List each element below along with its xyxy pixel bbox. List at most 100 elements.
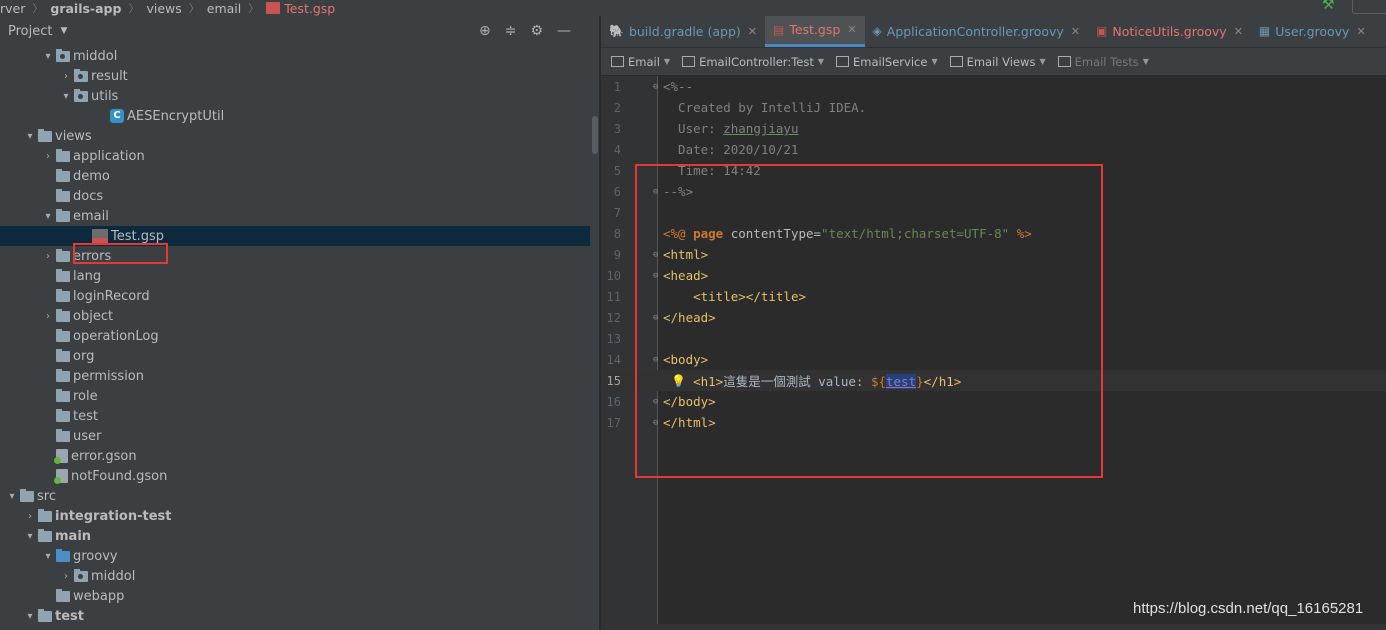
tree-item-label: groovy xyxy=(73,548,118,564)
tree-item[interactable]: › application xyxy=(0,146,590,166)
editor-tab[interactable]: ▤ Test.gsp ✕ xyxy=(764,16,865,47)
code-line[interactable]: 4 Date: 2020/10/21 xyxy=(601,139,1386,160)
chevron-right-icon[interactable]: › xyxy=(40,251,56,262)
tab-label: User.groovy xyxy=(1275,23,1350,39)
chevron-down-icon[interactable]: ▾ xyxy=(22,611,38,622)
breadcrumb-item[interactable]: email xyxy=(207,1,241,16)
gsp-icon: ▤ xyxy=(772,22,785,37)
line-number: 1 xyxy=(613,79,621,94)
chevron-down-icon[interactable]: ▾ xyxy=(4,491,20,502)
breadcrumb-item-current[interactable]: Test.gsp xyxy=(284,1,335,16)
collapse-icon[interactable]: ≑ xyxy=(505,23,517,39)
close-icon[interactable]: ✕ xyxy=(748,25,757,38)
chevron-right-icon[interactable]: › xyxy=(58,71,74,82)
nav-dropdown[interactable]: EmailController:Test ▼ xyxy=(682,55,824,69)
chevron-down-icon[interactable]: ▾ xyxy=(40,51,56,62)
nav-dropdown[interactable]: Email ▼ xyxy=(611,55,670,69)
tree-item-label: org xyxy=(73,348,95,364)
tree-item[interactable]: ▾ main xyxy=(0,526,590,546)
tree-item[interactable]: ▾ views xyxy=(0,126,590,146)
tree-item[interactable]: › integration-test xyxy=(0,506,590,526)
tree-item[interactable]: ▾ utils xyxy=(0,86,590,106)
folder-icon xyxy=(56,348,70,362)
editor-tab[interactable]: ▣ NoticeUtils.groovy ✕ xyxy=(1088,16,1251,47)
tree-item[interactable]: › object xyxy=(0,306,590,326)
tree-item-label: operationLog xyxy=(73,328,159,344)
nav-dropdown[interactable]: Email Views ▼ xyxy=(949,55,1046,69)
tab-label: build.gradle (app) xyxy=(628,23,741,39)
folder-icon xyxy=(56,368,70,382)
chevron-right-icon[interactable]: › xyxy=(40,151,56,162)
tree-item[interactable]: ›notFound.gson xyxy=(0,466,590,486)
run-config-button[interactable] xyxy=(1352,0,1386,14)
tree-item[interactable]: ▾ middol xyxy=(0,46,590,66)
tree-item-label: integration-test xyxy=(55,508,172,524)
tree-item[interactable]: ›lang xyxy=(0,266,590,286)
chevron-down-icon[interactable]: ▾ xyxy=(22,131,38,142)
scrollbar[interactable] xyxy=(592,116,598,154)
tab-label: NoticeUtils.groovy xyxy=(1112,23,1227,39)
tree-item[interactable]: ▾ groovy xyxy=(0,546,590,566)
code-line[interactable]: 1 ⊖ <%-- xyxy=(601,76,1386,97)
tree-item[interactable]: ›docs xyxy=(0,186,590,206)
code-line[interactable]: 2 Created by IntelliJ IDEA. xyxy=(601,97,1386,118)
watermark: https://blog.csdn.net/qq_16165281 xyxy=(1133,600,1364,617)
breadcrumb-item[interactable]: grails-app xyxy=(50,1,121,16)
close-icon[interactable]: ✕ xyxy=(1356,25,1365,38)
chevron-down-icon: ▼ xyxy=(817,57,825,66)
tree-item[interactable]: ›role xyxy=(0,386,590,406)
line-number: 11 xyxy=(606,289,621,304)
editor-tab[interactable]: 🐘 build.gradle (app) ✕ xyxy=(601,16,765,47)
editor-tab[interactable]: ▦ User.groovy ✕ xyxy=(1251,16,1374,47)
nav-dropdown[interactable]: Email Tests ▼ xyxy=(1057,54,1149,69)
close-icon[interactable]: ✕ xyxy=(1234,25,1243,38)
tree-item[interactable]: ›permission xyxy=(0,366,590,386)
tree-item-label: middol xyxy=(91,568,136,584)
tree-item[interactable]: ›webapp xyxy=(0,586,590,606)
tree-item[interactable]: ›test xyxy=(0,406,590,426)
chevron-down-icon[interactable]: ▾ xyxy=(58,91,74,102)
tree-item[interactable]: › result xyxy=(0,66,590,86)
package-icon xyxy=(74,68,88,82)
tree-item-label: Test.gsp xyxy=(111,228,165,244)
editor-tab[interactable]: ◈ ApplicationController.groovy ✕ xyxy=(865,16,1089,47)
chevron-right-icon[interactable]: › xyxy=(58,571,74,582)
chevron-down-icon[interactable]: ▾ xyxy=(40,551,56,562)
fold-marker-icon[interactable]: ⊖ xyxy=(653,82,658,92)
gradle-icon: 🐘 xyxy=(609,24,624,38)
project-panel: Project ▼ ⊕ ≑ ⚙ — ▾middol›result▾utils›C… xyxy=(0,16,600,630)
tree-item[interactable]: ›error.gson xyxy=(0,446,590,466)
gsp-file-icon xyxy=(266,2,281,14)
tree-item[interactable]: ▾ src xyxy=(0,486,590,506)
close-icon[interactable]: ✕ xyxy=(1071,25,1080,38)
nav-dropdown[interactable]: EmailService ▼ xyxy=(836,55,938,69)
breadcrumb-item[interactable]: rver xyxy=(0,1,25,16)
project-title: Project xyxy=(8,23,53,39)
build-hammer-icon[interactable]: ⚒ xyxy=(1322,0,1335,13)
line-number: 14 xyxy=(606,352,621,367)
minimize-icon[interactable]: — xyxy=(557,23,571,39)
tree-item[interactable]: ›demo xyxy=(0,166,590,186)
tree-item[interactable]: › middol xyxy=(0,566,590,586)
nav-dropdown-label: Email Tests xyxy=(1074,54,1139,69)
chevron-right-icon[interactable]: › xyxy=(22,511,38,522)
tree-item[interactable]: ›CAESEncryptUtil xyxy=(0,106,590,126)
folder-icon xyxy=(56,428,70,442)
tab-label: ApplicationController.groovy xyxy=(886,23,1064,39)
tree-item[interactable]: ›org xyxy=(0,346,590,366)
tree-item[interactable]: ›user xyxy=(0,426,590,446)
locate-icon[interactable]: ⊕ xyxy=(479,23,491,39)
breadcrumb-item[interactable]: views xyxy=(146,1,181,16)
code-line[interactable]: 3 User: zhangjiayu xyxy=(601,118,1386,139)
highlight-box xyxy=(73,243,168,264)
chevron-down-icon[interactable]: ▾ xyxy=(22,531,38,542)
chevron-right-icon[interactable]: › xyxy=(40,311,56,322)
tree-item[interactable]: ›loginRecord xyxy=(0,286,590,306)
tree-item[interactable]: ▾ test xyxy=(0,606,590,626)
gear-icon[interactable]: ⚙ xyxy=(530,23,543,39)
tree-item[interactable]: ▾ email xyxy=(0,206,590,226)
close-icon[interactable]: ✕ xyxy=(847,23,856,36)
chevron-down-icon[interactable]: ▾ xyxy=(40,211,56,222)
horizontal-scrollbar[interactable] xyxy=(601,624,1386,630)
tree-item[interactable]: ›operationLog xyxy=(0,326,590,346)
